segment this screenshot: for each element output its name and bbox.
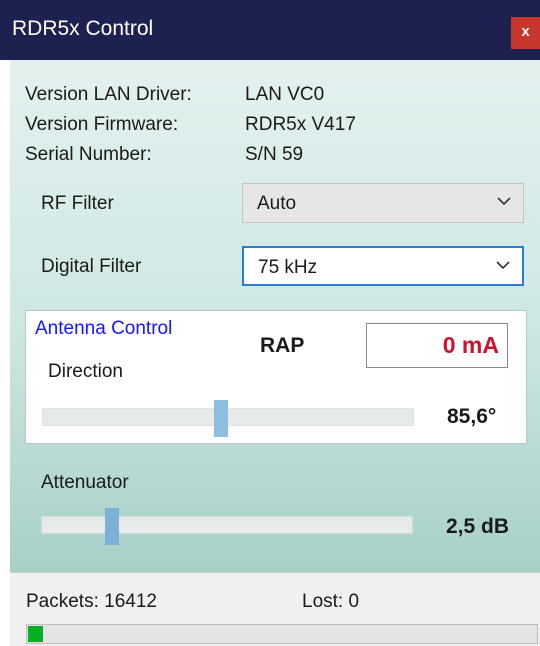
chevron-down-icon: [496, 261, 510, 270]
direction-value: 85,6°: [447, 405, 497, 428]
window-title: RDR5x Control: [12, 17, 154, 40]
digital-filter-value: 75 kHz: [258, 257, 318, 278]
rap-current-display: 0 mA: [366, 323, 508, 368]
packets-label: Packets:: [26, 591, 99, 612]
status-bar: Packets: 16412 Lost: 0: [10, 572, 540, 646]
serial-number-value: S/N 59: [245, 144, 304, 165]
attenuator-label: Attenuator: [41, 472, 129, 493]
packets-value: 16412: [104, 591, 157, 612]
rf-filter-value: Auto: [257, 193, 297, 214]
direction-label: Direction: [48, 361, 123, 382]
attenuator-slider-track[interactable]: [41, 516, 413, 534]
direction-slider-track[interactable]: [42, 408, 414, 426]
attenuator-value: 2,5 dB: [446, 515, 510, 538]
rap-current-value: 0 mA: [442, 332, 499, 358]
close-button[interactable]: x: [511, 17, 540, 49]
lan-driver-value: LAN VC0: [245, 84, 325, 105]
lost-label: Lost:: [302, 591, 344, 612]
rf-filter-select[interactable]: Auto: [242, 183, 524, 223]
direction-slider-thumb[interactable]: [213, 400, 228, 437]
digital-filter-label: Digital Filter: [41, 256, 142, 277]
packet-progress-bar: [26, 624, 538, 644]
lost-value: 0: [348, 591, 360, 612]
serial-number-label: Serial Number:: [25, 144, 152, 165]
rf-filter-label: RF Filter: [41, 193, 114, 214]
chevron-down-icon: [497, 197, 511, 206]
lost-counter: Lost: 0: [302, 591, 359, 613]
firmware-value: RDR5x V417: [245, 114, 356, 135]
antenna-control-title: Antenna Control: [35, 318, 173, 339]
packets-counter: Packets: 16412: [26, 591, 157, 613]
lan-driver-label: Version LAN Driver:: [25, 84, 192, 105]
digital-filter-select[interactable]: 75 kHz: [242, 246, 524, 286]
antenna-control-group: Antenna Control RAP 0 mA Direction 85,6°: [25, 310, 527, 444]
attenuator-slider-thumb[interactable]: [105, 508, 120, 545]
firmware-label: Version Firmware:: [25, 114, 179, 135]
rdr5x-control-window: RDR5x Control x Version LAN Driver: LAN …: [0, 0, 540, 646]
packet-progress-fill: [28, 626, 43, 642]
rap-label: RAP: [260, 334, 305, 357]
title-bar[interactable]: RDR5x Control x: [0, 0, 540, 60]
